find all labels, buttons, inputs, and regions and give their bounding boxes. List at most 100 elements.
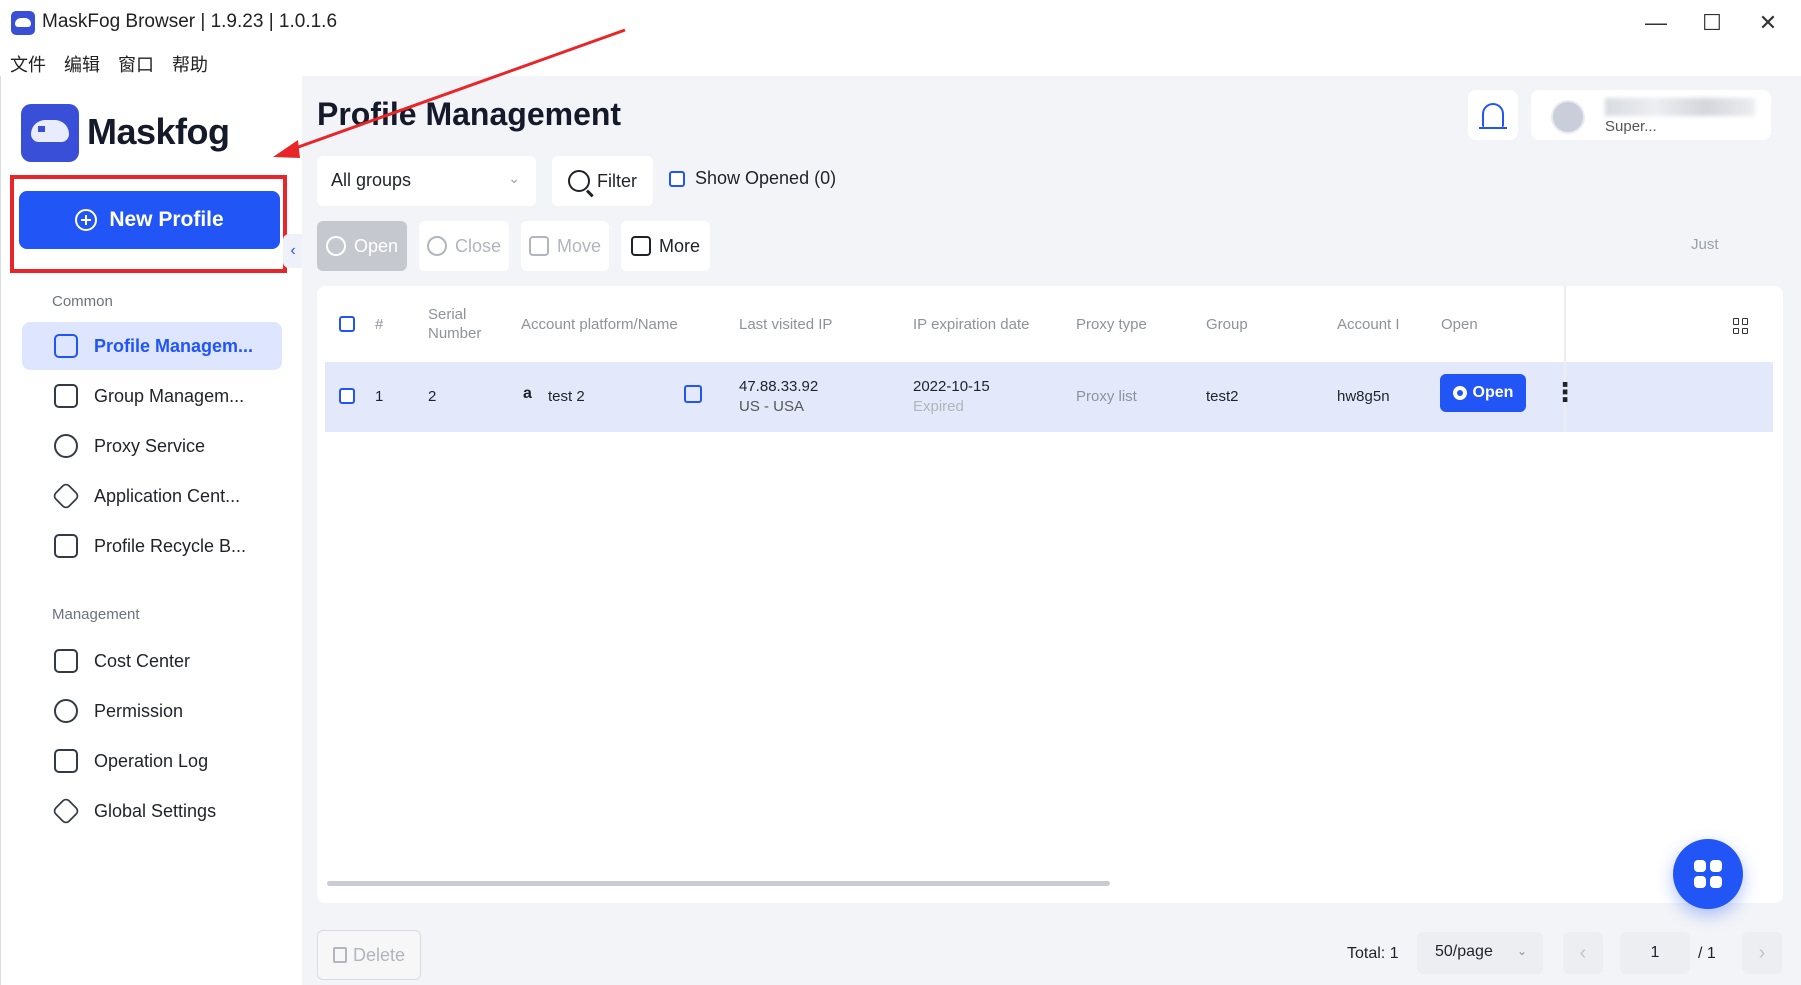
shield-icon xyxy=(54,699,78,723)
avatar xyxy=(1551,100,1585,134)
apps-floating-button[interactable] xyxy=(1673,839,1743,909)
sidebar-item-label: Application Cent... xyxy=(94,485,241,506)
chevron-down-icon: ⌄ xyxy=(1516,944,1527,958)
row-ip-location: US - USA xyxy=(739,398,805,415)
close-label: Close xyxy=(454,235,502,256)
maskfog-logo-icon xyxy=(21,104,79,162)
sidebar-item-global-settings[interactable]: Global Settings xyxy=(22,787,282,835)
select-all-header[interactable] xyxy=(339,286,355,362)
open-label: Open xyxy=(353,235,399,256)
edit-name-icon[interactable] xyxy=(684,385,702,403)
row-more-menu-icon[interactable]: ⋮ xyxy=(1552,379,1578,405)
title-bar: MaskFog Browser | 1.9.23 | 1.0.1.6 — ☐ ✕ xyxy=(0,0,1801,46)
sidebar-collapse-button[interactable]: ‹ xyxy=(283,234,303,268)
user-role-label: Super... xyxy=(1605,118,1657,135)
notifications-button[interactable] xyxy=(1468,90,1518,140)
redacted-username xyxy=(1605,98,1755,116)
menu-help[interactable]: 帮助 xyxy=(172,51,208,77)
page-title: Profile Management xyxy=(317,96,622,132)
sidebar-item-label: Permission xyxy=(94,700,184,721)
filter-button[interactable]: Filter xyxy=(552,156,653,206)
show-opened-checkbox[interactable] xyxy=(669,170,685,187)
column-header-expiration: IP expiration date xyxy=(913,315,1030,333)
row-open-button[interactable]: Open xyxy=(1440,374,1526,412)
cube-icon xyxy=(51,481,81,511)
row-name: test 2 xyxy=(548,388,585,405)
column-header-index: # xyxy=(375,315,384,333)
chrome-icon xyxy=(325,236,346,256)
row-checkbox[interactable] xyxy=(339,388,355,408)
move-label: Move xyxy=(556,235,601,256)
row-group: test2 xyxy=(1206,388,1239,405)
column-header-account-id: Account I xyxy=(1337,315,1400,333)
sidebar-item-profile-management[interactable]: Profile Managem... xyxy=(22,322,282,370)
column-header-open: Open xyxy=(1441,315,1478,333)
brand-name: Maskfog xyxy=(87,111,230,152)
delete-label: Delete xyxy=(352,944,406,965)
minimize-button[interactable]: — xyxy=(1628,6,1684,40)
page-number-input[interactable]: 1 xyxy=(1620,932,1690,974)
show-opened-label: Show Opened (0) xyxy=(695,168,837,188)
bell-icon xyxy=(1479,103,1507,129)
sidebar-item-profile-recycle-bin[interactable]: Profile Recycle B... xyxy=(22,522,282,570)
fixed-columns-divider xyxy=(1564,286,1783,432)
sidebar-item-group-management[interactable]: Group Managem... xyxy=(22,372,282,420)
main-content: Profile Management Super... All groups ⌄… xyxy=(302,76,1801,985)
column-header-serial[interactable]: Serial Number xyxy=(428,286,488,362)
window-title: MaskFog Browser | 1.9.23 | 1.0.1.6 xyxy=(42,11,338,32)
column-header-proxy-type: Proxy type xyxy=(1076,315,1147,333)
sidebar-item-proxy-service[interactable]: Proxy Service xyxy=(22,422,282,470)
maximize-button[interactable]: ☐ xyxy=(1684,6,1740,40)
folder-icon xyxy=(54,334,78,358)
receipt-icon xyxy=(54,649,78,673)
column-header-account: Account platform/Name xyxy=(521,315,678,333)
sidebar-item-permission[interactable]: Permission xyxy=(22,687,282,735)
group-select[interactable]: All groups ⌄ xyxy=(317,156,536,206)
prev-page-button[interactable]: ‹ xyxy=(1563,932,1603,974)
sidebar-item-application-center[interactable]: Application Cent... xyxy=(22,472,282,520)
delete-button[interactable]: Delete xyxy=(317,930,421,980)
menu-file[interactable]: 文件 xyxy=(10,51,46,77)
trash-icon xyxy=(332,947,347,963)
close-button[interactable]: Close xyxy=(419,221,509,271)
menu-edit[interactable]: 编辑 xyxy=(64,51,100,77)
trash-icon xyxy=(54,534,78,558)
new-profile-button[interactable]: New Profile xyxy=(19,191,280,249)
app-icon xyxy=(11,11,35,35)
sidebar-item-label: Proxy Service xyxy=(94,435,206,456)
row-ip: 47.88.33.92 xyxy=(739,378,819,395)
horizontal-scrollbar[interactable] xyxy=(327,881,1110,886)
close-window-button[interactable]: ✕ xyxy=(1740,6,1796,40)
sidebar-item-label: Global Settings xyxy=(94,800,217,821)
column-header-ip: Last visited IP xyxy=(739,315,833,333)
open-button[interactable]: Open xyxy=(317,221,407,271)
search-icon xyxy=(568,170,590,192)
location-pin-icon xyxy=(54,434,78,458)
total-count: Total: 1 xyxy=(1347,945,1399,962)
row-expiration-date: 2022-10-15 xyxy=(913,378,990,395)
page-size-value: 50/page xyxy=(1435,943,1493,960)
sidebar-item-operation-log[interactable]: Operation Log xyxy=(22,737,282,785)
settings-hexagon-icon xyxy=(51,796,81,826)
sidebar-item-cost-center[interactable]: Cost Center xyxy=(22,637,282,685)
sidebar-item-label: Operation Log xyxy=(94,750,209,771)
sidebar-item-label: Cost Center xyxy=(94,650,191,671)
chrome-icon xyxy=(1452,386,1467,400)
page-size-select[interactable]: 50/page ⌄ xyxy=(1417,932,1543,974)
group-select-value: All groups xyxy=(331,170,412,190)
sidebar: Maskfog New Profile ‹ Common Profile Man… xyxy=(0,76,303,985)
sidebar-item-label: Profile Managem... xyxy=(94,335,254,356)
move-button[interactable]: Move xyxy=(521,221,609,271)
chevron-down-icon: ⌄ xyxy=(508,170,520,186)
row-expiration-status: Expired xyxy=(913,398,964,415)
new-profile-label: New Profile xyxy=(109,208,224,231)
user-menu[interactable]: Super... xyxy=(1531,90,1771,140)
sidebar-item-label: Group Managem... xyxy=(94,385,245,406)
select-all-checkbox[interactable] xyxy=(339,316,355,332)
show-opened-toggle[interactable]: Show Opened (0) xyxy=(669,168,836,189)
more-button[interactable]: More xyxy=(621,221,710,271)
menu-window[interactable]: 窗口 xyxy=(118,51,154,77)
more-label: More xyxy=(658,235,700,256)
next-page-button[interactable]: › xyxy=(1742,932,1782,974)
section-title-common: Common xyxy=(52,293,113,310)
